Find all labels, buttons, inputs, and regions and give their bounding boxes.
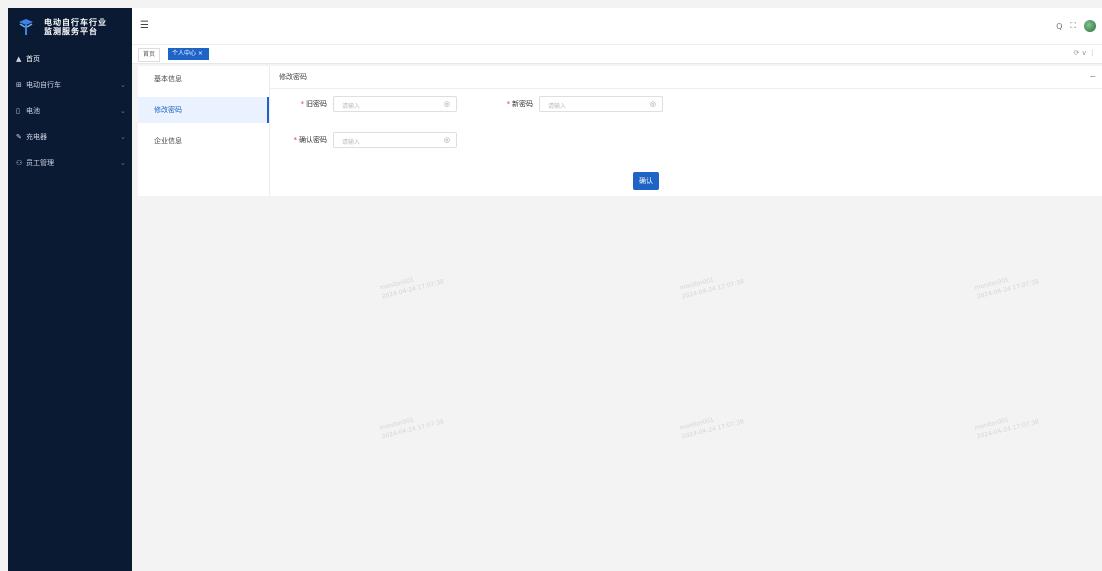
new-password-placeholder: 请输入 (548, 103, 567, 110)
new-password-label-text: 新密码 (512, 100, 533, 108)
app-title-line2: 监测服务平台 (44, 27, 98, 36)
tab-controls-icon[interactable]: ⟳ ∨ ⋮ (1074, 49, 1096, 57)
old-password-label-text: 旧密码 (306, 100, 327, 108)
confirm-password-placeholder: 请输入 (342, 139, 361, 146)
new-password-label: * 新密码 (506, 100, 534, 108)
tab-bar: 首页 个人中心 × ⟳ ∨ ⋮ (132, 44, 1102, 64)
tab-personal-center[interactable]: 个人中心 × (168, 48, 209, 60)
sidebar-item-home[interactable]: ▲ 首页 (8, 46, 132, 72)
wrench-icon: ✎ (16, 133, 22, 141)
top-header: ☰ Q ⛶ (132, 8, 1102, 44)
chevron-down-icon: ⌄ (120, 133, 126, 141)
sidebar-item-battery[interactable]: ▯ 电池 ⌄ (8, 98, 132, 124)
collapse-icon[interactable]: − (1089, 66, 1096, 88)
new-password-row: * 新密码 请输入 ◎ (481, 96, 663, 112)
sidebar-item-label: 电池 (26, 107, 40, 115)
nav-change-password[interactable]: 修改密码 (138, 97, 269, 123)
eye-icon[interactable]: ◎ (444, 136, 450, 144)
battery-icon: ▯ (16, 107, 20, 115)
home-icon: ▲ (16, 55, 22, 63)
watermark: monitor001 2024-04-24 17:07:38 (974, 276, 1040, 301)
grid-icon: ⊞ (16, 81, 22, 89)
chevron-down-icon: ⌄ (120, 81, 126, 89)
fullscreen-icon[interactable]: ⛶ (1070, 21, 1076, 31)
old-password-label: * 旧密码 (300, 100, 328, 108)
watermark: monitor001 2024-04-24 17:07:38 (379, 416, 445, 441)
confirm-button[interactable]: 确认 (633, 172, 659, 190)
hamburger-icon[interactable]: ☰ (140, 20, 149, 31)
watermark: monitor001 2024-04-24 17:07:38 (974, 416, 1040, 441)
sidebar-item-charger[interactable]: ✎ 充电器 ⌄ (8, 124, 132, 150)
watermark: monitor001 2024-04-24 17:07:38 (679, 276, 745, 301)
sidebar-item-label: 首页 (26, 55, 40, 63)
confirm-password-row: * 确认密码 请输入 ◎ (275, 132, 457, 148)
nav-basic-info[interactable]: 基本信息 (138, 66, 269, 92)
nav-company-info[interactable]: 企业信息 (138, 128, 269, 154)
panel-title: 修改密码 (279, 73, 307, 81)
watermark: monitor001 2024-04-24 17:07:38 (679, 416, 745, 441)
old-password-input[interactable]: 请输入 ◎ (333, 96, 457, 112)
sidebar-item-label: 员工管理 (26, 159, 54, 167)
settings-nav: 基本信息 修改密码 企业信息 (138, 66, 270, 196)
logo: 电动自行车行业 监测服务平台 (8, 8, 132, 46)
new-password-input[interactable]: 请输入 ◎ (539, 96, 663, 112)
logo-icon (16, 17, 36, 37)
app-title-line1: 电动自行车行业 (44, 18, 107, 27)
search-icon[interactable]: Q (1056, 22, 1062, 31)
panel-header: 修改密码 − (269, 66, 1102, 89)
password-panel: 修改密码 − * 旧密码 请输入 ◎ * 新密码 请输入 ◎ * 确认密码 请输入 ◎… (269, 66, 1102, 196)
eye-icon[interactable]: ◎ (444, 100, 450, 108)
chevron-down-icon: ⌄ (120, 107, 126, 115)
watermark: monitor001 2024-04-24 17:07:38 (379, 276, 445, 301)
tab-home[interactable]: 首页 (138, 48, 161, 62)
app-title: 电动自行车行业 监测服务平台 (44, 18, 107, 36)
header-tools: Q ⛶ (1056, 20, 1096, 32)
chevron-down-icon: ⌄ (120, 159, 126, 167)
confirm-password-label-text: 确认密码 (299, 136, 327, 144)
users-icon: ⚇ (16, 159, 23, 167)
sidebar: 电动自行车行业 监测服务平台 ▲ 首页 ⊞ 电动自行车 ⌄ ▯ 电池 ⌄ ✎ 充… (8, 8, 132, 571)
sidebar-item-ebike[interactable]: ⊞ 电动自行车 ⌄ (8, 72, 132, 98)
confirm-password-label: * 确认密码 (293, 136, 328, 144)
old-password-placeholder: 请输入 (342, 103, 361, 110)
sidebar-item-label: 充电器 (26, 133, 47, 141)
main-content: 基本信息 修改密码 企业信息 修改密码 − * 旧密码 请输入 ◎ * 新密码 请输… (138, 66, 1102, 196)
sidebar-item-staff[interactable]: ⚇ 员工管理 ⌄ (8, 150, 132, 176)
confirm-password-input[interactable]: 请输入 ◎ (333, 132, 457, 148)
old-password-row: * 旧密码 请输入 ◎ (275, 96, 457, 112)
sidebar-item-label: 电动自行车 (26, 81, 61, 89)
eye-icon[interactable]: ◎ (650, 100, 656, 108)
avatar[interactable] (1084, 20, 1096, 32)
